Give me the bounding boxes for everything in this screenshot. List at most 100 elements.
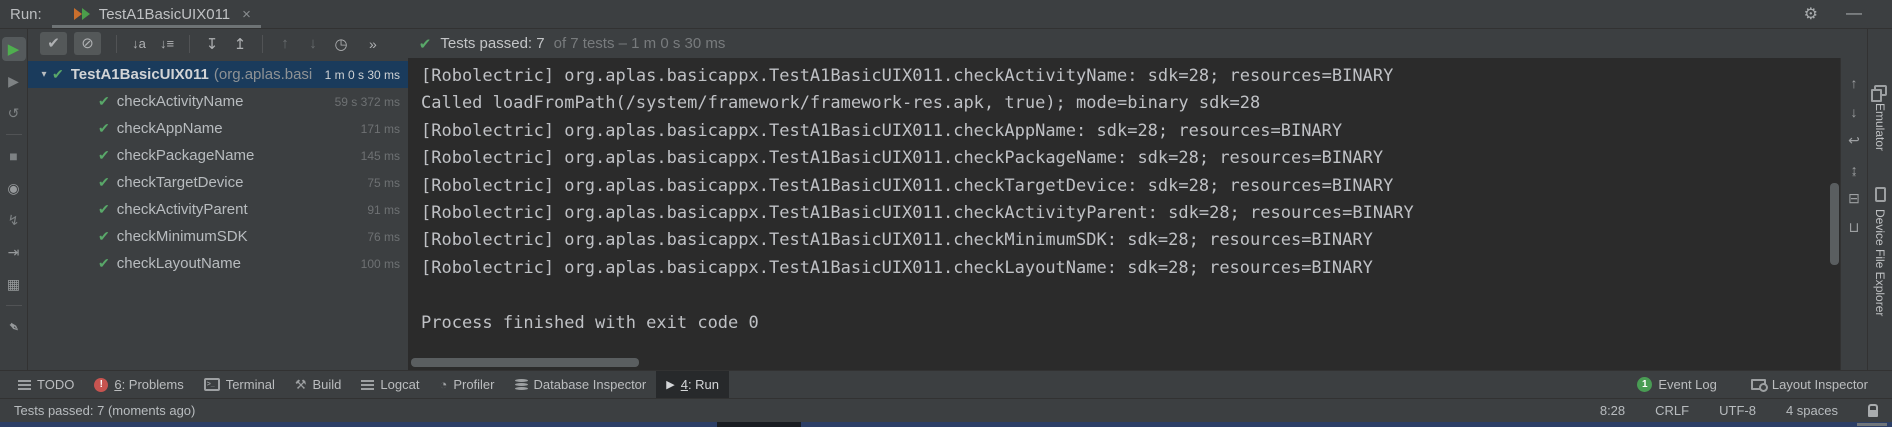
run-console-output[interactable]: [Robolectric] org.aplas.basicappx.TestA1… bbox=[409, 58, 1840, 370]
console-line: [Robolectric] org.aplas.basicappx.TestA1… bbox=[421, 227, 1840, 254]
resize-grip bbox=[1857, 423, 1887, 426]
line-ending[interactable]: CRLF bbox=[1655, 403, 1689, 418]
scroll-to-end-icon[interactable]: ↨ bbox=[1851, 158, 1858, 181]
toolwindow-database-inspector[interactable]: Database Inspector bbox=[505, 371, 657, 398]
next-failed-test-icon[interactable]: ↓ bbox=[299, 35, 327, 52]
test-row[interactable]: ✔ checkTargetDevice 75 ms bbox=[28, 169, 408, 196]
stripe-item-emulator[interactable]: Emulator bbox=[1873, 85, 1887, 151]
test-row[interactable]: ✔ checkActivityParent 91 ms bbox=[28, 196, 408, 223]
toolwindow-label: Event Log bbox=[1658, 377, 1717, 392]
test-passed-icon: ✔ bbox=[52, 66, 64, 83]
toolwindow-build[interactable]: ⚒ Build bbox=[285, 371, 352, 398]
screenshot-camera-icon[interactable]: ◉ bbox=[2, 176, 26, 200]
test-duration: 76 ms bbox=[367, 230, 408, 244]
console-line: [Robolectric] org.aplas.basicappx.TestA1… bbox=[421, 63, 1840, 90]
attach-debugger-icon[interactable]: ↯ bbox=[2, 208, 26, 232]
test-config-icon bbox=[74, 7, 91, 21]
scroll-up-icon[interactable]: ↑ bbox=[1851, 71, 1858, 94]
clear-all-icon[interactable]: ⊔ bbox=[1849, 216, 1860, 239]
console-toolbar: ↑ ↓ ↩ ↨ ⊟ ⊔ bbox=[1840, 58, 1867, 370]
terminal-icon: >_ bbox=[204, 378, 220, 391]
exit-process-icon[interactable]: ⇥ bbox=[2, 240, 26, 264]
expand-all-icon[interactable]: ↧ bbox=[198, 35, 226, 53]
test-row[interactable]: ✔ checkAppName 171 ms bbox=[28, 115, 408, 142]
show-passed-toggle[interactable]: ✔ bbox=[40, 32, 67, 55]
bottom-edge-strip bbox=[0, 422, 1892, 427]
suite-name: TestA1BasicUIX011 bbox=[71, 66, 209, 83]
toolwindow-run[interactable]: ▶ 4: Run bbox=[656, 371, 729, 398]
scroll-down-icon[interactable]: ↓ bbox=[1851, 100, 1858, 123]
toolbar-overflow-icon[interactable]: » bbox=[369, 36, 377, 52]
suite-duration: 1 m 0 s 30 ms bbox=[325, 68, 408, 82]
rerun-button[interactable]: ▶ bbox=[2, 37, 26, 61]
chevron-down-icon[interactable]: ▾ bbox=[36, 69, 52, 80]
test-row[interactable]: ✔ checkLayoutName 100 ms bbox=[28, 250, 408, 277]
device-file-explorer-label: Device File Explorer bbox=[1873, 209, 1887, 316]
rerun-failed-tests-icon[interactable]: ▶ bbox=[2, 69, 26, 93]
left-run-stripe: ▶ ▶ ↺ ■ ◉ ↯ ⇥ ▦ ✒ bbox=[0, 29, 28, 370]
stop-icon[interactable]: ■ bbox=[2, 144, 26, 168]
print-icon[interactable]: ⊟ bbox=[1848, 187, 1860, 210]
settings-gear-icon[interactable]: ⚙ bbox=[1804, 4, 1818, 24]
stripe-divider bbox=[6, 134, 22, 135]
summary-details: of 7 tests – 1 m 0 s 30 ms bbox=[554, 35, 726, 52]
toolwindow-profiler[interactable]: ◔ Profiler bbox=[429, 371, 504, 398]
soft-wrap-icon[interactable]: ↩ bbox=[1848, 129, 1860, 152]
status-bar-widgets: 8:28 CRLF UTF-8 4 spaces bbox=[1600, 403, 1878, 418]
toolwindow-todo[interactable]: TODO bbox=[8, 371, 84, 398]
tool-window-bar: TODO ! 6: Problems >_ Terminal ⚒ Build L… bbox=[0, 370, 1892, 398]
run-header-bar: Run: TestA1BasicUIX011 × ⚙ — bbox=[0, 0, 1892, 29]
collapse-all-icon[interactable]: ↥ bbox=[226, 35, 254, 53]
emulator-icon bbox=[1874, 85, 1887, 96]
test-name: checkAppName bbox=[117, 120, 223, 137]
stripe-item-device-file-explorer[interactable]: Device File Explorer bbox=[1873, 187, 1887, 316]
profiler-gauge-icon: ◔ bbox=[439, 377, 447, 392]
caret-position[interactable]: 8:28 bbox=[1600, 403, 1625, 418]
toolwindow-event-log[interactable]: 1 Event Log bbox=[1627, 377, 1727, 392]
bottom-strip-segment bbox=[717, 422, 801, 427]
sort-alphabetically-icon[interactable]: ↓a bbox=[125, 36, 153, 51]
device-file-explorer-icon bbox=[1875, 187, 1886, 202]
status-bar: Tests passed: 7 (moments ago) 8:28 CRLF … bbox=[0, 398, 1892, 422]
stripe-divider bbox=[6, 305, 22, 306]
console-line: [Robolectric] org.aplas.basicappx.TestA1… bbox=[421, 173, 1840, 200]
close-icon[interactable]: × bbox=[242, 6, 251, 23]
sort-by-duration-icon[interactable]: ↓≡ bbox=[153, 36, 181, 51]
suite-package: (org.aplas.basi bbox=[214, 66, 312, 83]
tests-passed-icon: ✔ bbox=[419, 35, 432, 53]
toolbar-divider bbox=[116, 35, 117, 53]
previous-failed-test-icon[interactable]: ↑ bbox=[271, 35, 299, 52]
toolwindow-label: Profiler bbox=[453, 377, 494, 392]
test-name: checkActivityName bbox=[117, 93, 244, 110]
test-history-icon[interactable]: ◷ bbox=[327, 35, 355, 53]
test-name: checkActivityParent bbox=[117, 201, 248, 218]
run-config-tab[interactable]: TestA1BasicUIX011 × bbox=[66, 0, 259, 28]
tree-root-row[interactable]: ▾ ✔ TestA1BasicUIX011 (org.aplas.basi 1 m… bbox=[28, 61, 408, 88]
toolwindow-problems[interactable]: ! 6: Problems bbox=[84, 371, 193, 398]
toolwindow-label: Database Inspector bbox=[534, 377, 647, 392]
pin-tab-icon[interactable]: ✒ bbox=[2, 315, 26, 339]
logcat-icon bbox=[361, 380, 374, 382]
run-config-tab-title: TestA1BasicUIX011 bbox=[99, 6, 230, 23]
show-ignored-toggle[interactable]: ⊘ bbox=[74, 32, 101, 55]
event-log-badge: 1 bbox=[1637, 377, 1652, 392]
file-encoding[interactable]: UTF-8 bbox=[1719, 403, 1756, 418]
indent-setting[interactable]: 4 spaces bbox=[1786, 403, 1838, 418]
test-row[interactable]: ✔ checkMinimumSDK 76 ms bbox=[28, 223, 408, 250]
rerun-automatically-icon[interactable]: ↺ bbox=[2, 101, 26, 125]
horizontal-scrollbar[interactable] bbox=[411, 358, 639, 367]
problems-error-icon: ! bbox=[94, 378, 108, 392]
run-tool-window: Run: TestA1BasicUIX011 × ⚙ — ▶ ▶ ↺ ■ ◉ ↯… bbox=[0, 0, 1892, 427]
test-duration: 75 ms bbox=[367, 176, 408, 190]
vertical-scrollbar[interactable] bbox=[1830, 183, 1839, 265]
toolwindow-label: Layout Inspector bbox=[1772, 377, 1868, 392]
toolwindow-terminal[interactable]: >_ Terminal bbox=[194, 371, 285, 398]
toolwindow-logcat[interactable]: Logcat bbox=[351, 371, 429, 398]
test-row[interactable]: ✔ checkActivityName 59 s 372 ms bbox=[28, 88, 408, 115]
toolwindow-layout-inspector[interactable]: Layout Inspector bbox=[1741, 377, 1878, 392]
right-tool-stripe: Emulator Device File Explorer bbox=[1867, 29, 1892, 370]
restore-layout-icon[interactable]: ▦ bbox=[2, 272, 26, 296]
test-row[interactable]: ✔ checkPackageName 145 ms bbox=[28, 142, 408, 169]
hide-minimize-icon[interactable]: — bbox=[1846, 5, 1862, 23]
read-lock-icon[interactable] bbox=[1868, 410, 1878, 417]
